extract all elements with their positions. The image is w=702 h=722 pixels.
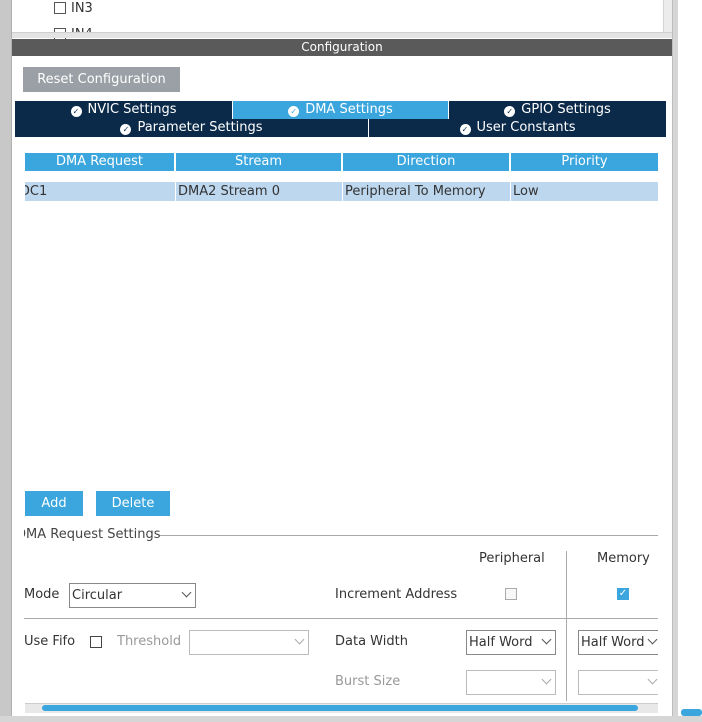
memory-data-width-select[interactable]: Half Word — [578, 630, 658, 655]
bottom-frame-border — [0, 716, 702, 722]
right-frame-border — [672, 0, 678, 722]
use-fifo-checkbox[interactable] — [90, 636, 102, 648]
memory-increment-checkbox[interactable]: ✓ — [617, 588, 629, 600]
chevron-down-icon — [541, 674, 552, 685]
outer-scrollbar-thumb[interactable] — [681, 709, 702, 716]
table-cell: Peripheral To Memory — [343, 182, 511, 201]
chevron-down-icon — [294, 634, 305, 645]
tab-gpio-settings[interactable]: ✓ GPIO Settings — [449, 101, 666, 119]
delete-button[interactable]: Delete — [96, 491, 170, 516]
peripheral-data-width-select[interactable]: Half Word — [466, 630, 556, 655]
group-border — [160, 535, 658, 536]
peripheral-increment-checkbox[interactable] — [505, 588, 517, 600]
list-item[interactable]: IN3 — [54, 0, 93, 16]
request-settings-title: DMA Request Settings — [24, 527, 161, 542]
horizontal-scrollbar-thumb[interactable] — [42, 705, 638, 711]
mode-select[interactable]: Circular — [69, 583, 196, 608]
configuration-header: Configuration — [12, 39, 672, 56]
cell-text: ADC1 — [25, 184, 48, 199]
tab-label: DMA Settings — [305, 102, 393, 117]
check-circle-icon: ✓ — [504, 106, 516, 117]
checkbox[interactable] — [54, 2, 66, 14]
increment-address-label: Increment Address — [335, 587, 458, 602]
list-item-label: IN3 — [71, 0, 93, 16]
peripheral-column-header: Peripheral — [479, 551, 545, 566]
tab-label: Parameter Settings — [137, 120, 263, 135]
table-cell: ADC1 — [25, 182, 176, 201]
tab-label: NVIC Settings — [87, 102, 177, 117]
chevron-down-icon — [647, 674, 658, 685]
column-header-dma-request[interactable]: DMA Request — [25, 153, 176, 171]
column-header-priority[interactable]: Priority — [511, 153, 658, 171]
check-circle-icon: ✓ — [288, 106, 300, 117]
peripheral-burst-select[interactable] — [466, 670, 556, 695]
table-row[interactable]: ADC1 DMA2 Stream 0 Peripheral To Memory … — [25, 182, 658, 201]
left-frame-border — [0, 0, 12, 722]
chevron-down-icon — [647, 634, 658, 645]
column-header-direction[interactable]: Direction — [343, 153, 511, 171]
request-settings-title-clip: DMA Request Settings — [24, 527, 164, 542]
memory-burst-select[interactable] — [578, 670, 658, 695]
mode-label: Mode — [24, 587, 60, 602]
use-fifo-label: Use Fifo — [24, 634, 76, 649]
chevron-down-icon — [181, 587, 192, 598]
tab-nvic-settings[interactable]: ✓ NVIC Settings — [15, 101, 233, 119]
tab-user-constants[interactable]: ✓ User Constants — [369, 119, 666, 137]
memory-data-width-value: Half Word — [581, 635, 645, 650]
burst-size-label: Burst Size — [335, 674, 401, 689]
peripheral-data-width-value: Half Word — [469, 635, 533, 650]
dma-request-table: DMA Request Stream Direction Priority AD… — [25, 153, 658, 453]
check-circle-icon: ✓ — [120, 124, 132, 135]
check-circle-icon: ✓ — [459, 124, 471, 135]
settings-separator — [24, 618, 658, 619]
tab-label: User Constants — [476, 120, 576, 135]
tab-parameter-settings[interactable]: ✓ Parameter Settings — [15, 119, 369, 137]
tab-dma-settings[interactable]: ✓ DMA Settings — [233, 101, 449, 119]
check-circle-icon: ✓ — [70, 106, 82, 117]
list-scrollbar[interactable] — [663, 0, 672, 33]
threshold-label: Threshold — [117, 634, 182, 649]
data-width-label: Data Width — [335, 634, 408, 649]
threshold-select[interactable] — [189, 630, 309, 655]
add-button[interactable]: Add — [25, 491, 83, 516]
column-divider — [566, 551, 567, 701]
column-header-stream[interactable]: Stream — [176, 153, 343, 171]
chevron-down-icon — [541, 634, 552, 645]
table-cell: Low — [513, 184, 539, 199]
mode-value: Circular — [72, 588, 123, 603]
reset-configuration-button[interactable]: Reset Configuration — [23, 67, 180, 92]
memory-column-header: Memory — [597, 551, 650, 566]
panel-splitter[interactable] — [12, 32, 672, 38]
table-cell: DMA2 Stream 0 — [176, 182, 343, 201]
tab-label: GPIO Settings — [521, 102, 611, 117]
